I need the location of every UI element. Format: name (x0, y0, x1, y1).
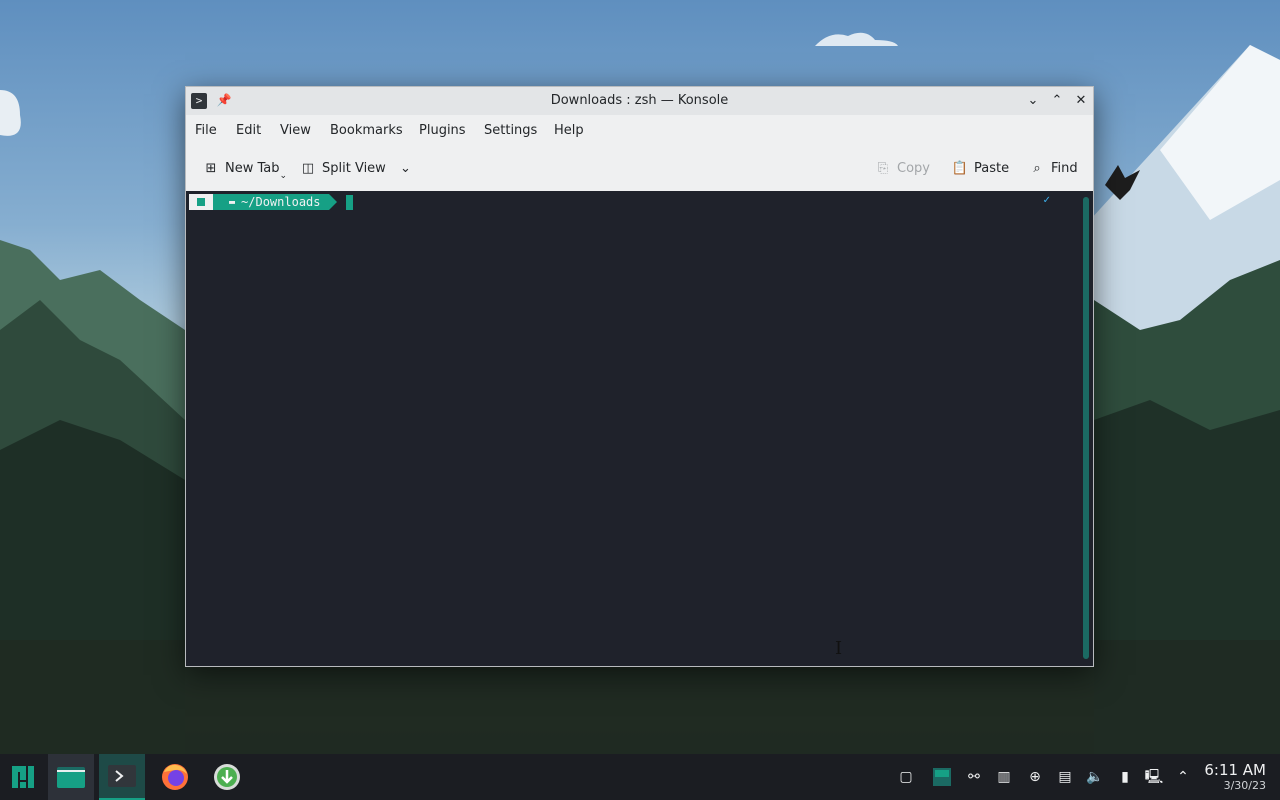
menu-plugins[interactable]: Plugins (419, 123, 466, 138)
menu-file[interactable]: File (195, 123, 217, 138)
paste-button[interactable]: 📋 Paste (951, 159, 1009, 179)
search-icon: ⌕ (1033, 161, 1041, 176)
new-tab-button[interactable]: ⊞ New Tab⌄ (202, 159, 288, 181)
os-segment (189, 194, 221, 210)
taskbar: ▢ ⚯ ▥ ⊕ ▤ 🔈 ▮ 🖳 ⌃ 6:11 AM 3/30/23 (0, 754, 1280, 800)
split-view-label: Split View (322, 161, 386, 176)
paste-icon: 📋 (951, 161, 969, 176)
split-view-button[interactable]: ◫ Split View ⌄ (299, 159, 411, 179)
clock-time: 6:11 AM (1204, 761, 1266, 779)
manjaro-logo-icon (197, 198, 205, 206)
folder-app-icon (57, 767, 85, 788)
clock[interactable]: 6:11 AM 3/30/23 (1204, 761, 1266, 793)
task-konsole[interactable] (99, 754, 145, 800)
task-file-manager[interactable] (48, 754, 94, 800)
show-desktop-icon[interactable]: ▢ (896, 767, 916, 787)
clock-date: 3/30/23 (1223, 779, 1266, 792)
folder-icon: ▬ (229, 196, 236, 208)
new-tab-label: New Tab (225, 161, 280, 176)
window-title: Downloads : zsh — Konsole (550, 93, 729, 108)
menubar: File Edit View Bookmarks Plugins Setting… (186, 117, 1093, 143)
download-icon (214, 764, 240, 790)
directory-segment: ▬ ~/Downloads (213, 194, 337, 210)
terminal-app-icon (108, 765, 136, 787)
expand-tray-icon[interactable]: ⌃ (1173, 767, 1193, 787)
scrollbar-thumb[interactable] (1083, 197, 1089, 659)
split-view-icon: ◫ (301, 161, 315, 176)
notes-icon[interactable]: ▤ (1055, 767, 1075, 787)
usb-device-icon[interactable]: ▮ (1115, 767, 1135, 787)
pager-icon[interactable] (932, 767, 952, 787)
copy-icon: ⎘ (877, 161, 889, 176)
dropdown-indicator-icon: ⌄ (279, 171, 288, 181)
task-updater[interactable] (204, 754, 250, 800)
terminal-view[interactable]: ▬ ~/Downloads ✓ (186, 191, 1093, 666)
manjaro-icon (12, 766, 34, 788)
status-check-icon: ✓ (1042, 195, 1051, 206)
copy-button[interactable]: ⎘ Copy (874, 159, 930, 179)
maximize-button[interactable]: ⌃ (1048, 92, 1066, 110)
titlebar[interactable]: > 📌 Downloads : zsh — Konsole ⌄ ⌃ ✕ (186, 87, 1093, 115)
text-cursor (345, 194, 353, 210)
minimize-button[interactable]: ⌄ (1024, 92, 1042, 110)
find-button[interactable]: ⌕ Find (1028, 159, 1078, 179)
task-firefox[interactable] (152, 754, 198, 800)
volume-icon[interactable]: 🔈 (1085, 767, 1105, 787)
menu-settings[interactable]: Settings (484, 123, 537, 138)
prompt-directory: ~/Downloads (241, 195, 321, 209)
menu-view[interactable]: View (280, 123, 311, 138)
menu-edit[interactable]: Edit (236, 123, 261, 138)
copy-label: Copy (897, 161, 930, 176)
new-tab-icon: ⊞ (205, 161, 217, 176)
find-label: Find (1051, 161, 1078, 176)
kde-connect-icon[interactable]: ⚯ (964, 767, 984, 787)
konsole-window: > 📌 Downloads : zsh — Konsole ⌄ ⌃ ✕ File… (185, 86, 1094, 667)
desktop: > 📌 Downloads : zsh — Konsole ⌄ ⌃ ✕ File… (0, 0, 1280, 800)
shell-prompt: ▬ ~/Downloads (189, 194, 353, 210)
toolbar: ⊞ New Tab⌄ ◫ Split View ⌄ ⎘ Copy 📋 Paste ⌕ Fi… (186, 151, 1093, 183)
firefox-icon (162, 764, 188, 790)
close-button[interactable]: ✕ (1072, 92, 1090, 110)
clipboard-icon[interactable]: ▥ (994, 767, 1014, 787)
paste-label: Paste (974, 161, 1010, 176)
chevron-down-icon[interactable]: ⌄ (400, 161, 411, 176)
ibeam-cursor-icon: I (835, 638, 843, 659)
network-icon[interactable]: 🖳 (1144, 767, 1164, 787)
update-icon[interactable]: ⊕ (1025, 767, 1045, 787)
menu-help[interactable]: Help (554, 123, 584, 138)
app-launcher-button[interactable] (0, 754, 46, 800)
terminal-scrollbar[interactable] (1083, 197, 1089, 659)
menu-bookmarks[interactable]: Bookmarks (330, 123, 403, 138)
